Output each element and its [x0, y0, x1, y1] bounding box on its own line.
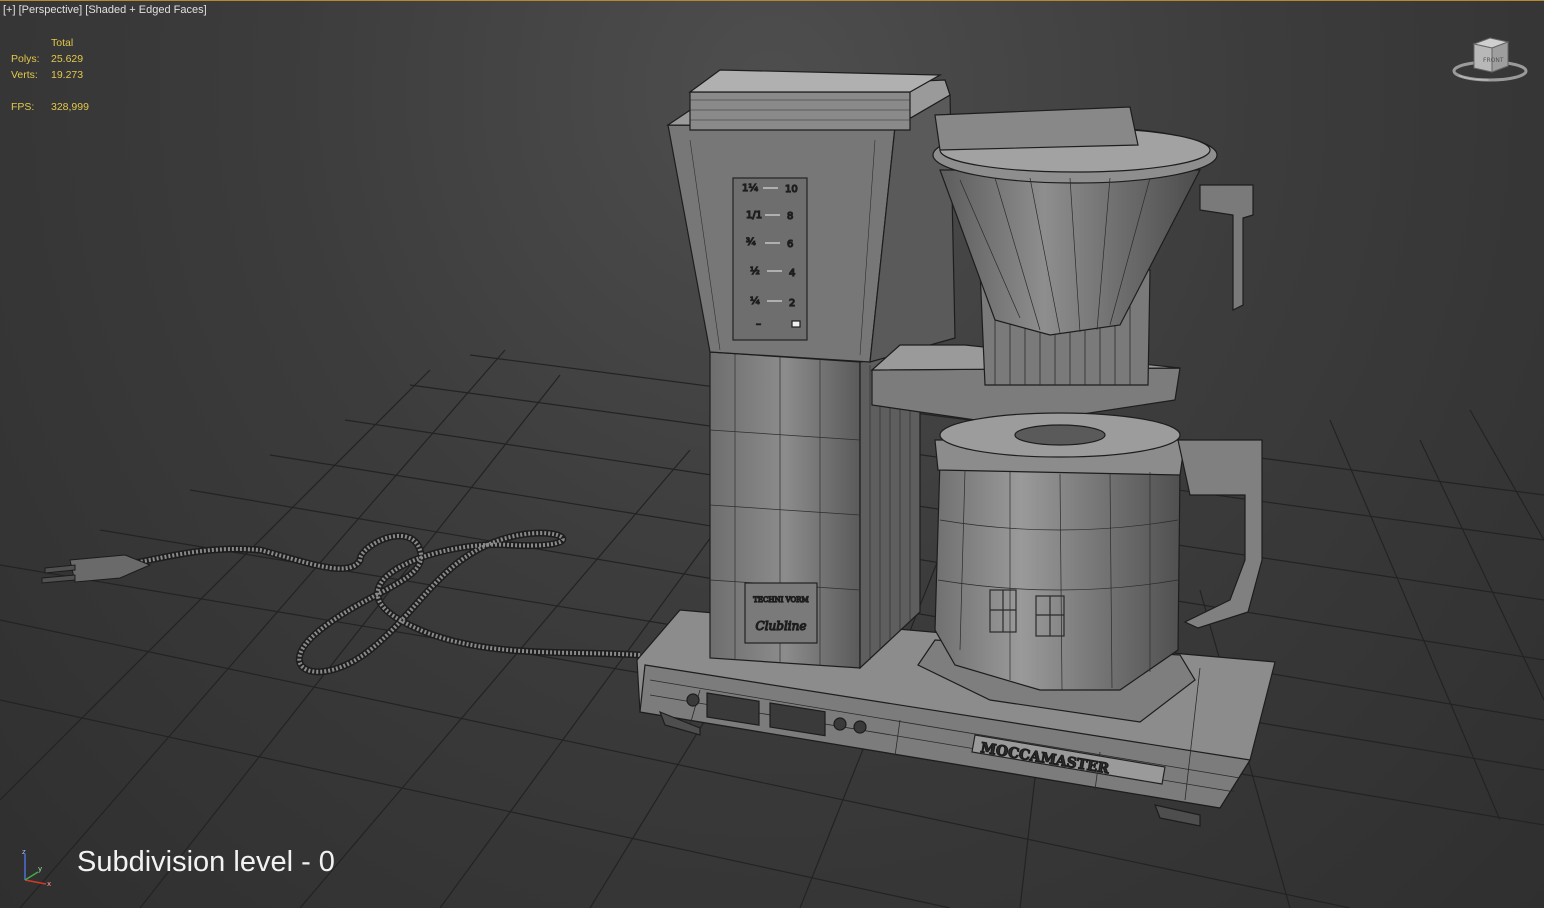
fps-value: 328,999 — [51, 101, 89, 113]
polys-label: Polys: — [11, 53, 40, 65]
scale-right-0: 10 — [785, 184, 798, 195]
scale-right-4: 2 — [789, 298, 795, 309]
z-axis-label: z — [22, 848, 26, 856]
viewport-view-name[interactable]: [Perspective] — [19, 4, 83, 16]
x-axis-line — [24, 879, 47, 885]
verts-value: 19.273 — [51, 69, 84, 81]
scale-right-1: 8 — [787, 211, 793, 222]
viewport-label[interactable]: [+] [Perspective] [Shaded + Edged Faces] — [3, 4, 207, 16]
polys-value: 25.629 — [51, 53, 84, 65]
perspective-viewport[interactable]: MOCCAMASTER TECHNI VORM Clubline 1¼ 1/1 … — [0, 0, 1544, 908]
statistics-overlay: Total Polys: 25.629 Verts: 19.273 FPS: 328,… — [11, 35, 89, 115]
fps-label: FPS: — [11, 101, 35, 113]
scene-canvas[interactable]: MOCCAMASTER TECHNI VORM Clubline 1¼ 1/1 … — [0, 0, 1544, 908]
scale-right-2: 6 — [787, 239, 793, 250]
logo-text: TECHNI VORM — [753, 596, 808, 604]
scale-left-3: ½ — [750, 265, 760, 277]
viewcube-face-label: FRONT — [1483, 57, 1504, 64]
viewport-shading-mode[interactable]: [Shaded + Edged Faces] — [85, 4, 206, 16]
line-text: Clubline — [756, 619, 807, 633]
scale-left-1: 1/1 — [746, 210, 762, 221]
scale-left-4: ¼ — [750, 295, 760, 307]
scale-right-3: 4 — [789, 268, 795, 279]
y-axis-line — [24, 871, 39, 881]
viewport-menu-plus[interactable]: [+] — [3, 4, 16, 16]
logo-badge: TECHNI VORM Clubline — [744, 582, 818, 644]
scale-left-2: ¾ — [746, 237, 756, 248]
x-axis-label: x — [47, 880, 51, 888]
verts-label: Verts: — [11, 69, 38, 81]
subdivision-level-label: Subdivision level - 0 — [77, 846, 335, 878]
stats-header: Total — [51, 37, 74, 49]
power-cord[interactable] — [41, 529, 641, 676]
y-axis-label: y — [38, 865, 42, 873]
plug — [41, 554, 152, 584]
scale-left-0: 1¼ — [742, 182, 758, 194]
water-level-scale: 1¼ 1/1 ¾ ½ ¼ – 10 8 6 4 2 — [732, 177, 808, 341]
scale-left-5: – — [756, 319, 761, 330]
